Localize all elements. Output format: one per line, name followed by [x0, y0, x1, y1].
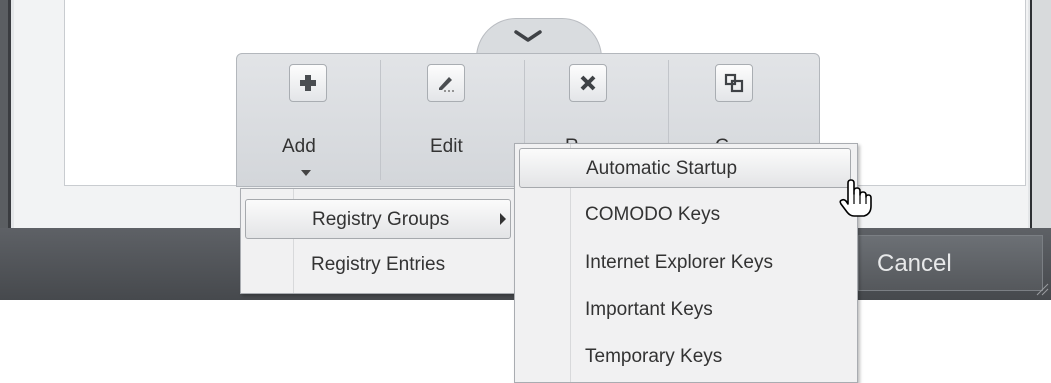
edit-icon [427, 64, 465, 102]
menu-item-registry-groups[interactable]: Registry Groups [245, 199, 511, 239]
group-icon [715, 64, 753, 102]
menu-item-temporary-keys[interactable]: Temporary Keys [519, 337, 851, 377]
add-label: Add [282, 136, 316, 157]
menu-item-automatic-startup[interactable]: Automatic Startup [519, 148, 851, 188]
hand-cursor-icon [839, 179, 872, 217]
add-button[interactable]: Add [237, 54, 381, 186]
right-window-edge [1030, 0, 1051, 230]
menu-item-internet-explorer-keys[interactable]: Internet Explorer Keys [519, 243, 851, 283]
menu-item-label: Registry Groups [312, 209, 450, 230]
menu-item-label: Temporary Keys [585, 346, 723, 367]
menu-item-label: Automatic Startup [586, 158, 738, 179]
menu-item-label: COMODO Keys [585, 204, 721, 225]
edit-label: Edit [430, 136, 463, 157]
registry-groups-submenu: Automatic Startup COMODO Keys Internet E… [514, 143, 858, 383]
left-window-edge [0, 0, 8, 230]
add-dropdown-arrow-icon [301, 170, 311, 176]
menu-item-important-keys[interactable]: Important Keys [519, 290, 851, 330]
chevron-down-icon [514, 30, 542, 42]
resize-grip-icon[interactable] [1035, 282, 1049, 296]
submenu-arrow-icon [500, 213, 506, 225]
plus-icon [289, 64, 327, 102]
add-dropdown-menu: Registry Groups Registry Entries [240, 188, 516, 294]
menu-item-comodo-keys[interactable]: COMODO Keys [519, 195, 851, 235]
remove-icon [569, 64, 607, 102]
menu-item-label: Internet Explorer Keys [585, 252, 773, 273]
menu-item-label: Important Keys [585, 299, 713, 320]
menu-item-label: Registry Entries [311, 254, 446, 275]
left-window-border [8, 0, 11, 230]
cancel-button[interactable]: Cancel [858, 235, 1043, 291]
edit-button[interactable]: Edit [381, 54, 525, 186]
menu-item-registry-entries[interactable]: Registry Entries [245, 245, 511, 285]
